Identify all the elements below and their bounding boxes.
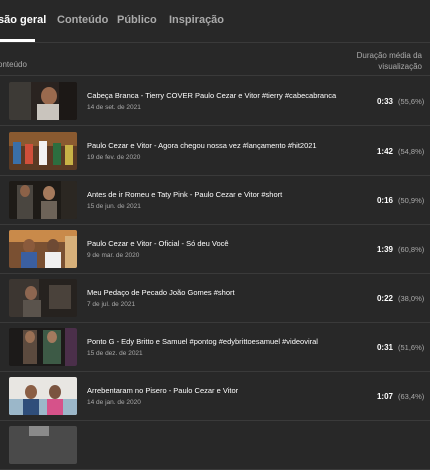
tab-bar: são geral Conteúdo Público Inspiração [0,0,430,43]
video-date: 19 de fev. de 2020 [87,154,141,161]
avg-duration: 0:22 [376,294,393,303]
video-thumbnail[interactable] [9,328,77,366]
avg-duration: 0:16 [376,196,393,205]
video-date: 15 de dez. de 2021 [87,350,143,357]
video-date: 7 de jul. de 2021 [87,301,136,308]
active-tab-indicator [0,39,35,42]
avg-percent: (54,8%) [398,147,425,156]
video-thumbnail[interactable] [9,230,77,268]
video-date: 14 de jan. de 2020 [87,399,141,406]
video-thumbnail[interactable] [9,279,77,317]
table-row[interactable]: Paulo Cezar e Vitor - Oficial - Só deu V… [0,224,430,274]
video-title[interactable]: Paulo Cezar e Vitor - Oficial - Só deu V… [87,239,352,248]
video-thumbnail[interactable] [9,82,77,120]
column-header-line1: Duração média da [356,51,422,60]
column-header-avg-view-duration[interactable]: Duração média da visualização [357,50,422,72]
table-row[interactable]: Cabeça Branca - Tierry COVER Paulo Cezar… [0,76,430,126]
avg-duration: 1:39 [376,245,393,254]
avg-duration: 0:33 [376,97,393,106]
video-title[interactable]: Cabeça Branca - Tierry COVER Paulo Cezar… [87,91,352,100]
tab-audience[interactable]: Público [117,14,157,26]
video-thumbnail[interactable] [9,377,77,415]
tab-overview[interactable]: são geral [0,14,46,26]
video-title[interactable]: Ponto G - Edy Britto e Samuel #pontog #e… [87,337,352,346]
tab-content[interactable]: Conteúdo [57,14,108,26]
table-row[interactable]: Meu Pedaço de Pecado João Gomes #short 7… [0,273,430,323]
table-row[interactable]: Arrebentaram no Pisero - Paulo Cezar e V… [0,371,430,421]
video-date: 9 de mar. de 2020 [87,252,140,259]
tab-inspiration[interactable]: Inspiração [169,14,224,26]
avg-duration: 1:07 [376,392,393,401]
avg-percent: (50,9%) [398,196,425,205]
video-date: 15 de jun. de 2021 [87,203,141,210]
video-title[interactable]: Paulo Cezar e Vitor - Agora chegou nossa… [87,141,352,150]
avg-duration: 1:42 [376,147,393,156]
table-row[interactable] [0,420,430,470]
video-thumbnail[interactable] [9,426,77,464]
avg-percent: (63,4%) [398,392,425,401]
column-header-content[interactable]: onteúdo [0,59,27,70]
video-thumbnail[interactable] [9,132,77,170]
table-row[interactable]: Antes de ir Romeu e Taty Pink - Paulo Ce… [0,175,430,225]
video-title[interactable]: Antes de ir Romeu e Taty Pink - Paulo Ce… [87,190,352,199]
video-title[interactable]: Arrebentaram no Pisero - Paulo Cezar e V… [87,386,352,395]
table-row[interactable]: Ponto G - Edy Britto e Samuel #pontog #e… [0,322,430,372]
video-thumbnail[interactable] [9,181,77,219]
column-header-line2: visualização [378,62,422,71]
video-title[interactable]: Meu Pedaço de Pecado João Gomes #short [87,288,352,297]
avg-percent: (38,0%) [398,294,425,303]
avg-duration: 0:31 [376,343,393,352]
video-date: 14 de set. de 2021 [87,104,141,111]
avg-percent: (55,6%) [398,97,425,106]
avg-percent: (51,6%) [398,343,425,352]
avg-percent: (60,8%) [398,245,425,254]
table-row[interactable]: Paulo Cezar e Vitor - Agora chegou nossa… [0,126,430,176]
